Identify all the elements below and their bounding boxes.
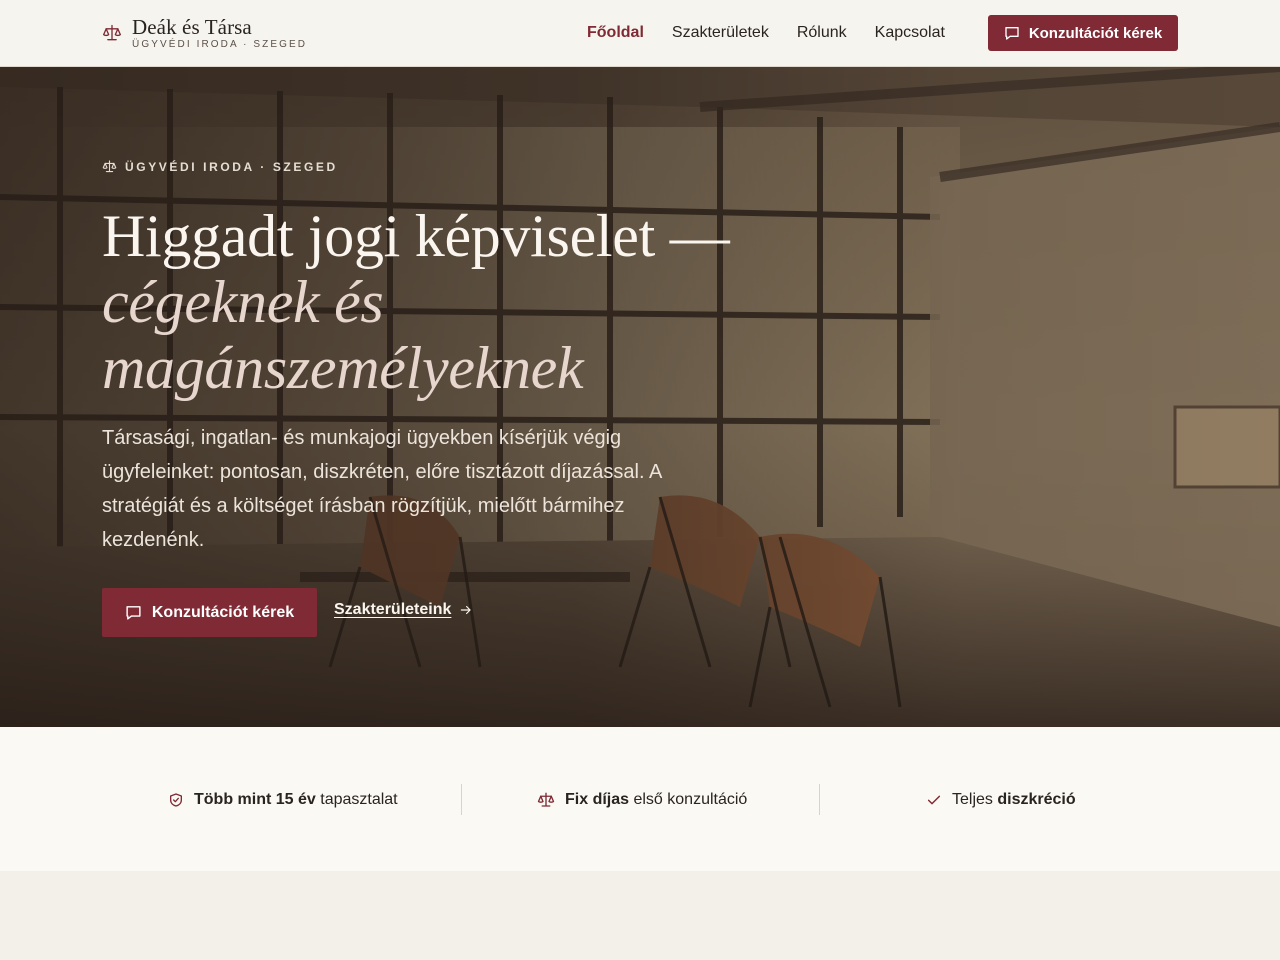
hero-eyebrow: ÜGYVÉDI IRODA · SZEGED xyxy=(102,159,338,174)
trust-item-discretion: Teljes diszkréció xyxy=(926,789,1076,811)
brand-name: Deák és Társa xyxy=(132,15,252,39)
hero-eyebrow-text: ÜGYVÉDI IRODA · SZEGED xyxy=(125,159,338,174)
hero-title-plain: Higgadt jogi képviselet — xyxy=(102,203,730,269)
trust-divider xyxy=(819,784,820,815)
main-nav: Főoldal Szakterületek Rólunk Kapcsolat xyxy=(587,23,945,43)
next-section-band xyxy=(0,871,1280,960)
trust-item-fixed-fee-text: Fix díjas első konzultáció xyxy=(565,791,747,809)
trust-item-discretion-text: Teljes diszkréció xyxy=(952,791,1076,809)
trust-experience-rest: tapasztalat xyxy=(315,791,398,808)
trust-discretion-prefix: Teljes xyxy=(952,791,998,808)
chat-bubble-icon xyxy=(1005,27,1019,40)
hero-practice-areas-label: Szakterületeink xyxy=(334,601,452,618)
trust-fixed-fee-bold: Fix díjas xyxy=(565,791,630,808)
scales-icon xyxy=(103,24,122,41)
chat-bubble-icon xyxy=(126,606,141,620)
trust-strip: Több mint 15 év tapasztalat Fix díjas el… xyxy=(0,727,1280,871)
trust-item-experience-text: Több mint 15 év tapasztalat xyxy=(194,791,398,809)
scales-icon xyxy=(102,160,117,173)
nav-item-rolunk[interactable]: Rólunk xyxy=(797,23,847,43)
trust-discretion-bold: diszkréció xyxy=(997,791,1076,808)
trust-experience-bold: Több mint 15 év xyxy=(194,791,316,808)
site-header: Deák és Társa ÜGYVÉDI IRODA · SZEGED Főo… xyxy=(0,0,1280,67)
trust-divider xyxy=(461,784,462,815)
hero-consultation-label: Konzultációt kérek xyxy=(151,603,295,621)
shield-check-icon xyxy=(170,793,182,807)
hero-title: Higgadt jogi képviselet — cégeknek és ma… xyxy=(102,203,742,401)
trust-item-experience: Több mint 15 év tapasztalat xyxy=(168,789,398,811)
trust-item-fixed-fee: Fix díjas első konzultáció xyxy=(537,789,747,811)
trust-fixed-fee-rest: első konzultáció xyxy=(629,791,748,808)
nav-item-kapcsolat[interactable]: Kapcsolat xyxy=(875,23,945,43)
hero-consultation-button[interactable]: Konzultációt kérek xyxy=(102,588,317,637)
brand-subtitle: ÜGYVÉDI IRODA · SZEGED xyxy=(132,39,308,50)
hero-practice-areas-link[interactable]: Szakterületeink xyxy=(334,601,473,619)
nav-item-fooldal[interactable]: Főoldal xyxy=(587,23,644,43)
header-consultation-label: Konzultációt kérek xyxy=(1028,24,1163,42)
hero-lead: Társasági, ingatlan- és munkajogi ügyekb… xyxy=(102,427,662,551)
arrow-right-icon xyxy=(461,605,472,615)
brand-logo-link[interactable]: Deák és Társa ÜGYVÉDI IRODA · SZEGED xyxy=(102,16,307,50)
scales-icon xyxy=(537,792,555,807)
nav-item-szakteruletek[interactable]: Szakterületek xyxy=(672,23,769,43)
check-icon xyxy=(927,795,941,805)
hero-title-italic-1: cégeknek xyxy=(102,269,320,335)
hero-section: ÜGYVÉDI IRODA · SZEGED Higgadt jogi képv… xyxy=(0,67,1280,727)
header-consultation-button[interactable]: Konzultációt kérek xyxy=(988,15,1178,51)
